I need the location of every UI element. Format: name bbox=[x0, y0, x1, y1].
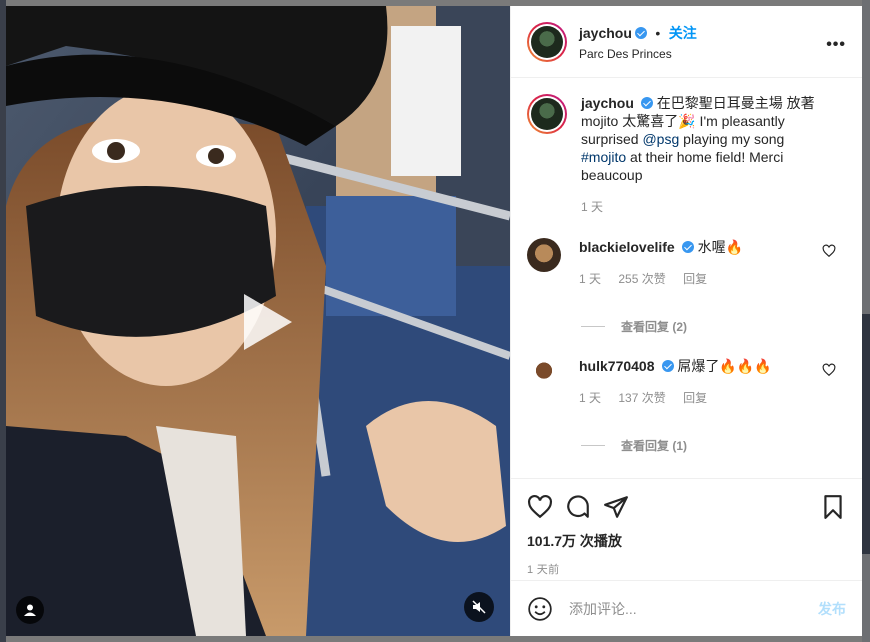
separator-dot: • bbox=[655, 24, 661, 41]
caption: jaychou 在巴黎聖日耳曼主場 放著 mojito 太驚喜了🎉 I'm pl… bbox=[527, 94, 846, 216]
comment-item: hulk770408 屌爆了🔥🔥🔥 1 天 137 次赞 回复 查看回复 (1) bbox=[527, 357, 846, 454]
verified-badge-icon bbox=[640, 97, 653, 109]
comment-likes[interactable]: 137 次赞 bbox=[618, 391, 665, 405]
commenter-avatar[interactable] bbox=[527, 357, 561, 391]
post-header: jaychou • 关注 Parc Des Princes ••• bbox=[511, 6, 862, 78]
comment-text: 屌爆了🔥🔥🔥 bbox=[677, 358, 772, 374]
backdrop-right bbox=[862, 0, 870, 642]
commenter-username[interactable]: blackielovelife bbox=[579, 239, 675, 255]
tagged-users-button[interactable] bbox=[16, 596, 44, 624]
comment-text: 水喔🔥 bbox=[697, 239, 744, 255]
comment-time[interactable]: 1 天 bbox=[579, 391, 601, 405]
caption-time[interactable]: 1 天 bbox=[581, 200, 603, 214]
post-time[interactable]: 1 天前 bbox=[527, 561, 846, 577]
verified-badge-icon bbox=[681, 241, 694, 253]
hashtag-link[interactable]: #mojito bbox=[581, 149, 626, 165]
view-replies-button[interactable]: 查看回复 (2) bbox=[581, 318, 846, 335]
caption-username[interactable]: jaychou bbox=[581, 95, 634, 111]
view-replies-label: 查看回复 (2) bbox=[621, 320, 688, 334]
view-replies-button[interactable]: 查看回复 (1) bbox=[581, 437, 846, 454]
video-player[interactable] bbox=[6, 6, 510, 636]
emoji-icon[interactable] bbox=[527, 596, 553, 622]
location-link[interactable]: Parc Des Princes bbox=[579, 47, 697, 61]
reply-button[interactable]: 回复 bbox=[683, 272, 707, 286]
commenter-avatar[interactable] bbox=[527, 238, 561, 272]
comment-input[interactable]: 添加评论... bbox=[569, 599, 818, 619]
comment-time[interactable]: 1 天 bbox=[579, 272, 601, 286]
caption-text: playing my song bbox=[679, 131, 785, 147]
bookmark-icon[interactable] bbox=[820, 494, 846, 520]
more-options-button[interactable]: ••• bbox=[826, 36, 846, 54]
mention-link[interactable]: @psg bbox=[642, 131, 679, 147]
mute-toggle-button[interactable] bbox=[464, 592, 494, 622]
view-replies-label: 查看回复 (1) bbox=[621, 439, 688, 453]
comment-likes[interactable]: 255 次赞 bbox=[618, 272, 665, 286]
verified-badge-icon bbox=[661, 360, 674, 372]
verified-badge-icon bbox=[634, 26, 647, 39]
reply-button[interactable]: 回复 bbox=[683, 391, 707, 405]
user-icon bbox=[24, 604, 36, 616]
post-comment-button[interactable]: 发布 bbox=[818, 599, 846, 619]
post-actions: 101.7万 次播放 1 天前 bbox=[511, 478, 862, 580]
view-count[interactable]: 101.7万 次播放 bbox=[527, 531, 846, 551]
play-button[interactable] bbox=[226, 286, 298, 358]
follow-button[interactable]: 关注 bbox=[669, 25, 697, 41]
author-avatar[interactable] bbox=[527, 21, 567, 62]
muted-speaker-icon bbox=[472, 600, 486, 614]
comment-composer: 添加评论... 发布 bbox=[511, 580, 862, 636]
share-icon[interactable] bbox=[603, 494, 629, 520]
commenter-username[interactable]: hulk770408 bbox=[579, 358, 655, 374]
post-modal: jaychou • 关注 Parc Des Princes ••• jaycho… bbox=[6, 6, 862, 636]
comment-icon[interactable] bbox=[565, 494, 591, 520]
backdrop-strip bbox=[862, 314, 870, 554]
comment-item: blackielovelife 水喔🔥 1 天 255 次赞 回复 查看回复 (… bbox=[527, 238, 846, 335]
post-side-panel: jaychou • 关注 Parc Des Princes ••• jaycho… bbox=[510, 6, 862, 636]
author-username[interactable]: jaychou bbox=[579, 25, 632, 41]
play-icon bbox=[244, 294, 292, 350]
comments-list[interactable]: jaychou 在巴黎聖日耳曼主場 放著 mojito 太驚喜了🎉 I'm pl… bbox=[511, 78, 862, 478]
comment-heart-icon[interactable] bbox=[822, 363, 836, 377]
heart-icon[interactable] bbox=[527, 494, 553, 520]
comment-heart-icon[interactable] bbox=[822, 244, 836, 258]
caption-avatar[interactable] bbox=[527, 94, 567, 134]
